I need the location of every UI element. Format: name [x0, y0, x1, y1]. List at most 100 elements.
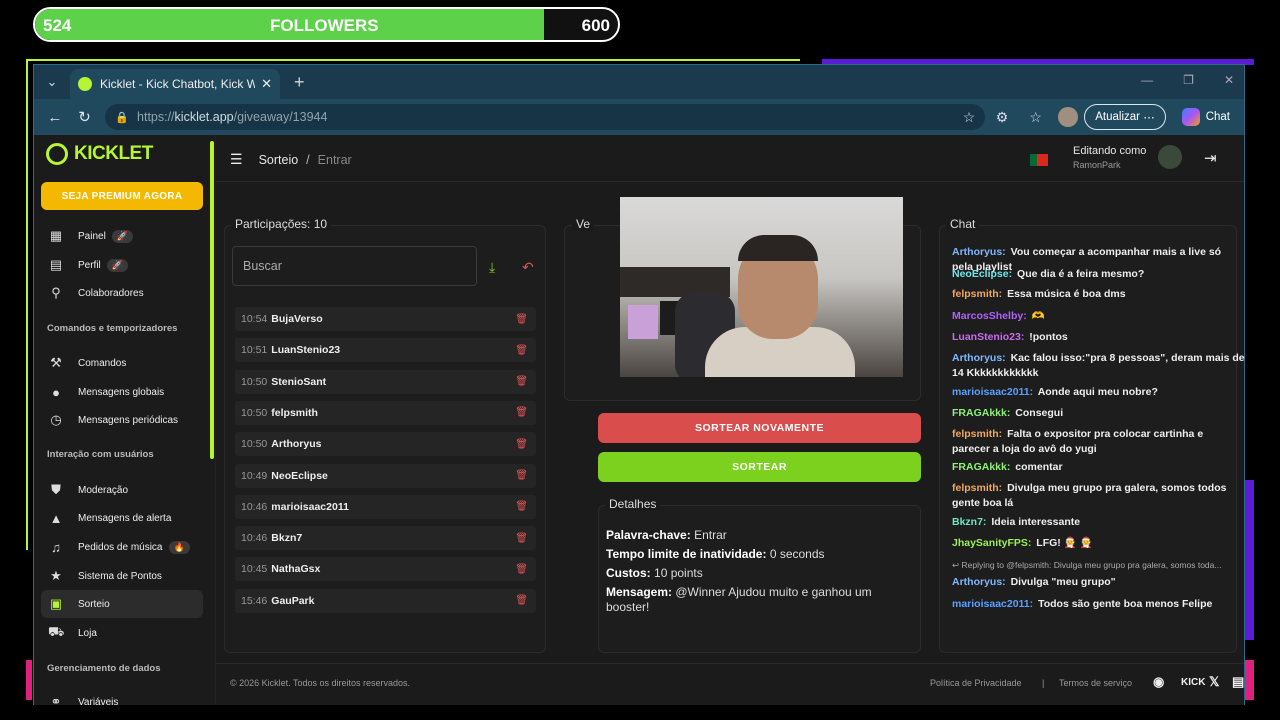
chat-username[interactable]: felpsmith: — [952, 288, 1002, 300]
sidebar-item-label: Pedidos de música — [78, 541, 163, 553]
reset-icon[interactable]: ↶ — [522, 259, 534, 276]
webcam-overlay — [620, 197, 903, 377]
sidebar-item-loja[interactable]: ⛟ Loja — [48, 622, 204, 644]
participant-name: felpsmith — [271, 406, 318, 419]
sidebar-item-sistema-de-pontos[interactable]: ★ Sistema de Pontos — [48, 565, 204, 587]
trash-icon[interactable]: 🗑 — [515, 595, 528, 606]
chat-username[interactable]: MarcosShelby: — [952, 310, 1027, 322]
trash-icon[interactable]: 🗑 — [515, 470, 528, 481]
sidebar-item-sorteio[interactable]: ▣ Sorteio — [41, 590, 203, 618]
trash-icon[interactable]: 🗑 — [515, 501, 528, 512]
premium-button[interactable]: SEJA PREMIUM AGORA — [41, 182, 203, 210]
cost-label: Custos: — [606, 566, 651, 580]
copyright: © 2026 Kicklet. Todos os direitos reserv… — [230, 678, 411, 688]
address-bar-row: ← ↻ 🔒 https://kicklet.app/giveaway/13944… — [34, 99, 1244, 135]
chat-text: Kac falou isso:"pra 8 pessoas", deram ma… — [1010, 352, 1245, 364]
chat-username[interactable]: felpsmith: — [952, 428, 1002, 440]
chat-username[interactable]: LuanStenio23: — [952, 331, 1024, 343]
sidebar-item-vari-veis[interactable]: ⚭ Variáveis — [48, 691, 204, 705]
url-path: /giveaway/13944 — [233, 110, 328, 124]
sidebar-item-comandos[interactable]: ⚒ Comandos — [48, 352, 204, 374]
chat-username[interactable]: FRAGAkkk: — [952, 461, 1010, 473]
participant-time: 10:45 — [241, 563, 268, 576]
sidebar-item-painel[interactable]: ▦ Painel 🚀 — [48, 225, 204, 247]
chat-username[interactable]: JhaySanityFPS: — [952, 537, 1031, 549]
browser-tab[interactable]: Kicklet - Kick Chatbot, Kick Widget ✕ — [70, 69, 280, 99]
chat-username[interactable]: marioisaac2011: — [952, 386, 1033, 398]
chat-username[interactable]: Arthoryus: — [952, 352, 1006, 364]
chat-message: felpsmith: Essa música é boa dms — [952, 287, 1252, 302]
search-input[interactable]: Buscar — [232, 246, 477, 286]
favorites-icon[interactable]: ☆ — [1019, 109, 1053, 126]
reload-icon[interactable]: ↻ — [70, 108, 100, 126]
sidebar-scrollbar[interactable] — [210, 141, 214, 459]
detail-timeout: Tempo limite de inatividade: 0 seconds — [606, 547, 906, 562]
chat-message: felpsmith: Falta o expositor pra colocar… — [952, 427, 1252, 457]
back-icon[interactable]: ← — [40, 109, 70, 126]
message-line2: booster! — [606, 600, 650, 614]
close-window-icon[interactable]: ✕ — [1224, 73, 1234, 87]
participant-name: marioisaac2011 — [271, 500, 349, 513]
minimize-icon[interactable]: — — [1141, 73, 1153, 87]
chat-text: Falta o expositor pra colocar cartinha e — [1007, 428, 1204, 440]
sidebar-item-modera-o[interactable]: ⛊ Moderação — [48, 479, 204, 501]
chat-message: ↩ Replying to @felpsmith: Divulga meu gr… — [952, 558, 1252, 573]
sidebar-item-colaboradores[interactable]: ⚲ Colaboradores — [48, 282, 204, 304]
sidebar-item-mensagens-de-alerta[interactable]: ▲ Mensagens de alerta — [48, 507, 204, 529]
logout-icon[interactable]: ⇥ — [1204, 149, 1217, 167]
terms-link[interactable]: Termos de serviço — [1059, 678, 1132, 688]
logo-text: KICKLET — [74, 143, 153, 164]
sidebar-item-mensagens-globais[interactable]: ● Mensagens globais — [48, 381, 204, 403]
discord-icon[interactable]: ◉ — [1153, 674, 1164, 690]
portugal-flag-icon[interactable] — [1030, 154, 1048, 166]
sidebar-item-pedidos-de-m-sica[interactable]: ♫ Pedidos de música 🔥 — [48, 536, 204, 558]
trash-icon[interactable]: 🗑 — [515, 439, 528, 450]
participant-name: NathaGsx — [271, 563, 321, 576]
extensions-icon[interactable]: ⚙ — [985, 109, 1019, 126]
chat-message: marioisaac2011: Aonde aqui meu nobre? — [952, 385, 1252, 400]
trash-icon[interactable]: 🗑 — [515, 345, 528, 356]
sidebar-item-label: Painel — [78, 230, 106, 242]
x-icon[interactable]: 𝕏 — [1209, 674, 1219, 690]
rocket-icon: 🚀 — [111, 229, 134, 243]
chat-username[interactable]: FRAGAkkk: — [952, 407, 1010, 419]
kicklet-logo[interactable]: KICKLET — [46, 143, 153, 165]
privacy-link[interactable]: Política de Privacidade — [930, 678, 1022, 688]
chat-username[interactable]: Arthoryus: — [952, 576, 1006, 588]
user-avatar[interactable] — [1158, 145, 1182, 169]
tab-list-chevron-icon[interactable]: ⌄ — [38, 68, 66, 96]
chat-username[interactable]: Bkzn7: — [952, 516, 986, 528]
draw-button[interactable]: SORTEAR — [598, 452, 921, 482]
trash-icon[interactable]: 🗑 — [515, 564, 528, 575]
menu-toggle-icon[interactable]: ☰ — [230, 151, 243, 168]
profile-avatar[interactable] — [1058, 107, 1079, 127]
trash-icon[interactable]: 🗑 — [515, 533, 528, 544]
docs-icon[interactable]: ▤ — [1232, 674, 1244, 690]
kick-icon[interactable]: KICK — [1181, 677, 1205, 688]
chat-username[interactable]: felpsmith: — [952, 482, 1002, 494]
url-field[interactable]: 🔒 https://kicklet.app/giveaway/13944 ☆ — [105, 104, 986, 130]
chat-username[interactable]: NeoEclipse: — [952, 268, 1012, 280]
chat-username[interactable]: Arthoryus: — [952, 246, 1006, 258]
breadcrumb-entrar: Entrar — [317, 152, 352, 167]
chat-message: FRAGAkkk: Consegui — [952, 406, 1252, 421]
sidebar-item-perfil[interactable]: ▤ Perfil 🚀 — [48, 254, 204, 276]
detail-keyword: Palavra-chave: Entrar — [606, 528, 906, 543]
trash-icon[interactable]: 🗑 — [515, 376, 528, 387]
download-icon[interactable]: ⤓ — [489, 259, 495, 276]
restore-icon[interactable]: ❐ — [1183, 73, 1194, 87]
new-tab-icon[interactable]: + — [294, 72, 305, 93]
copilot-chat-button[interactable]: Chat — [1174, 104, 1238, 130]
tab-close-icon[interactable]: ✕ — [261, 76, 272, 92]
chat-username[interactable]: marioisaac2011: — [952, 598, 1033, 610]
trash-icon[interactable]: 🗑 — [515, 407, 528, 418]
sidebar-item-mensagens-peri-dicas[interactable]: ◷ Mensagens periódicas — [48, 409, 204, 431]
update-button[interactable]: Atualizar ⋯ — [1084, 104, 1166, 130]
breadcrumb-sorteio[interactable]: Sorteio — [259, 153, 299, 167]
detail-message: Mensagem: @Winner Ajudou muito e ganhou … — [606, 585, 906, 615]
bookmark-star-icon[interactable]: ☆ — [963, 109, 976, 126]
footer-divider — [216, 663, 1244, 664]
redraw-button[interactable]: SORTEAR NOVAMENTE — [598, 413, 921, 443]
trash-icon[interactable]: 🗑 — [515, 314, 528, 325]
sidebar-item-label: Moderação — [78, 484, 129, 496]
